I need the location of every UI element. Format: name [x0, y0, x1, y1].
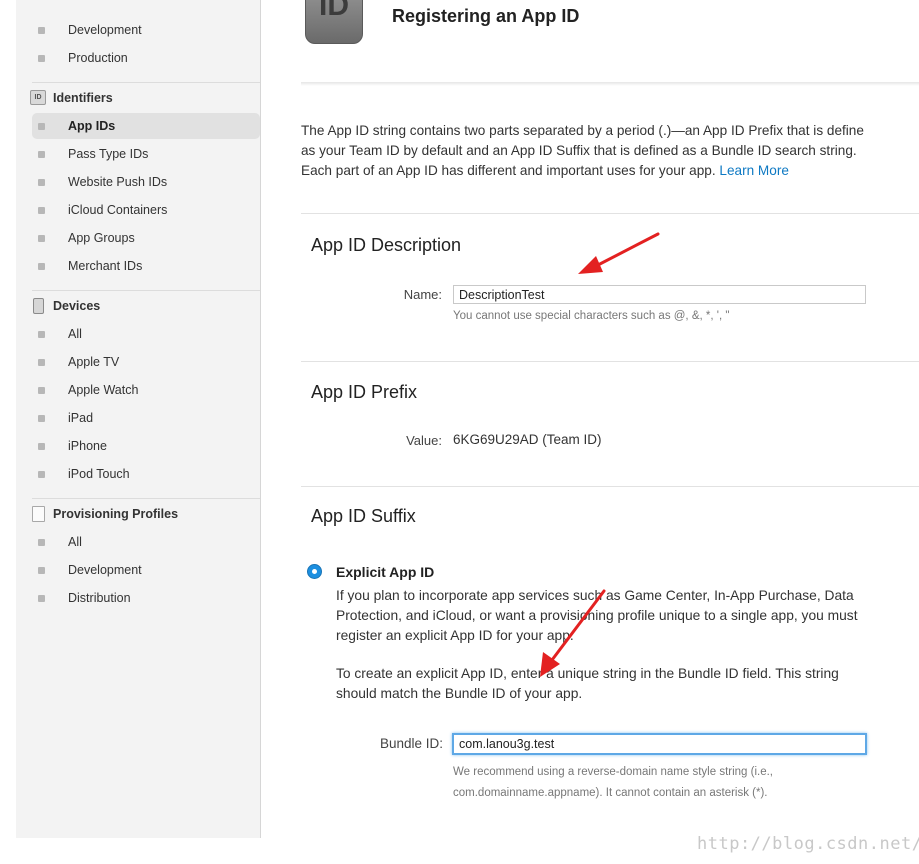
arrow-to-bundle-id	[540, 589, 606, 677]
annotation-arrows	[540, 232, 660, 677]
watermark: http://blog.csdn.net/	[697, 834, 919, 854]
arrow-to-name-field	[578, 232, 660, 274]
